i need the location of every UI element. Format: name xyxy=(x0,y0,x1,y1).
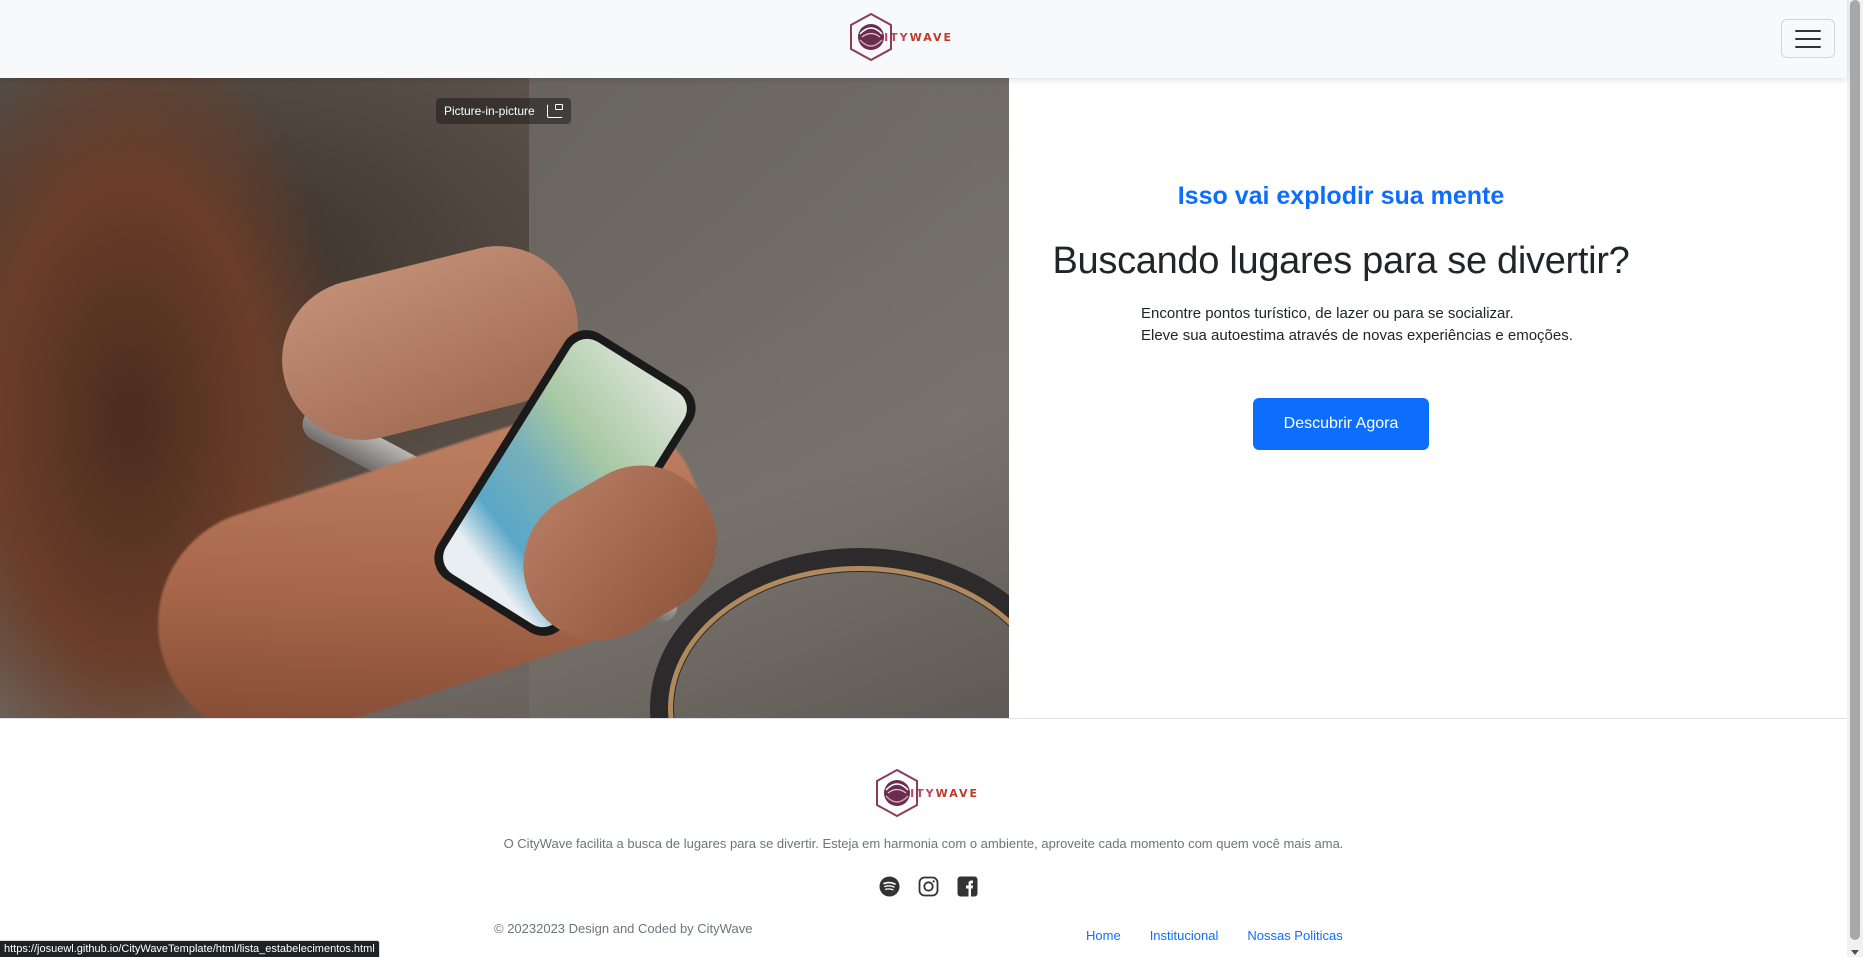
section-divider xyxy=(0,718,1847,719)
facebook-icon[interactable] xyxy=(956,875,978,897)
hero-description: Encontre pontos turístico, de lazer ou p… xyxy=(1141,303,1573,347)
scroll-down-arrow-icon[interactable] xyxy=(1851,950,1859,955)
pip-label: Picture-in-picture xyxy=(444,104,535,118)
header-logo[interactable]: CITYWAVE xyxy=(848,12,953,62)
citywave-logo-icon xyxy=(876,768,918,818)
hero-headline: Buscando lugares para se divertir? xyxy=(1052,240,1630,282)
hero-description-line: Encontre pontos turístico, de lazer ou p… xyxy=(1141,305,1514,322)
picture-in-picture-icon xyxy=(546,104,563,118)
footer-nav: Home Institucional Nossas Politicas xyxy=(1086,928,1343,943)
picture-in-picture-button[interactable]: Picture-in-picture xyxy=(436,98,571,124)
page: CITYWAVE Picture-in-picture Isso vai exp… xyxy=(0,0,1863,957)
footer-link-institucional[interactable]: Institucional xyxy=(1150,928,1219,943)
footer-logo[interactable]: CITYWAVE xyxy=(874,768,979,818)
navbar: CITYWAVE xyxy=(0,0,1847,78)
footer-tagline: O CityWave facilita a busca de lugares p… xyxy=(503,836,1344,851)
link-preview-status-bar: https://josuewl.github.io/CityWaveTempla… xyxy=(0,940,380,957)
footer-link-nossas-politicas[interactable]: Nossas Politicas xyxy=(1247,928,1342,943)
copyright-text: © 20232023 Design and Coded by CityWave xyxy=(494,921,753,936)
hamburger-icon-bar xyxy=(1795,37,1821,40)
hamburger-icon-bar xyxy=(1795,29,1821,32)
instagram-icon[interactable] xyxy=(917,875,939,897)
footer-link-home[interactable]: Home xyxy=(1086,928,1121,943)
citywave-logo-icon xyxy=(850,12,892,62)
page-scrollbar[interactable] xyxy=(1847,0,1863,957)
hamburger-icon-bar xyxy=(1795,45,1821,48)
menu-toggle-button[interactable] xyxy=(1781,19,1835,58)
discover-now-button[interactable]: Descubrir Agora xyxy=(1253,398,1429,450)
social-links xyxy=(878,875,978,897)
hero-video[interactable] xyxy=(0,78,1009,718)
scrollbar-thumb[interactable] xyxy=(1850,0,1860,940)
hero-description-line: Eleve sua autoestima através de novas ex… xyxy=(1141,327,1573,344)
spotify-icon[interactable] xyxy=(878,875,900,897)
hero-text-panel: Isso vai explodir sua mente Buscando lug… xyxy=(1009,78,1847,718)
hero-eyebrow: Isso vai explodir sua mente xyxy=(1177,182,1505,210)
